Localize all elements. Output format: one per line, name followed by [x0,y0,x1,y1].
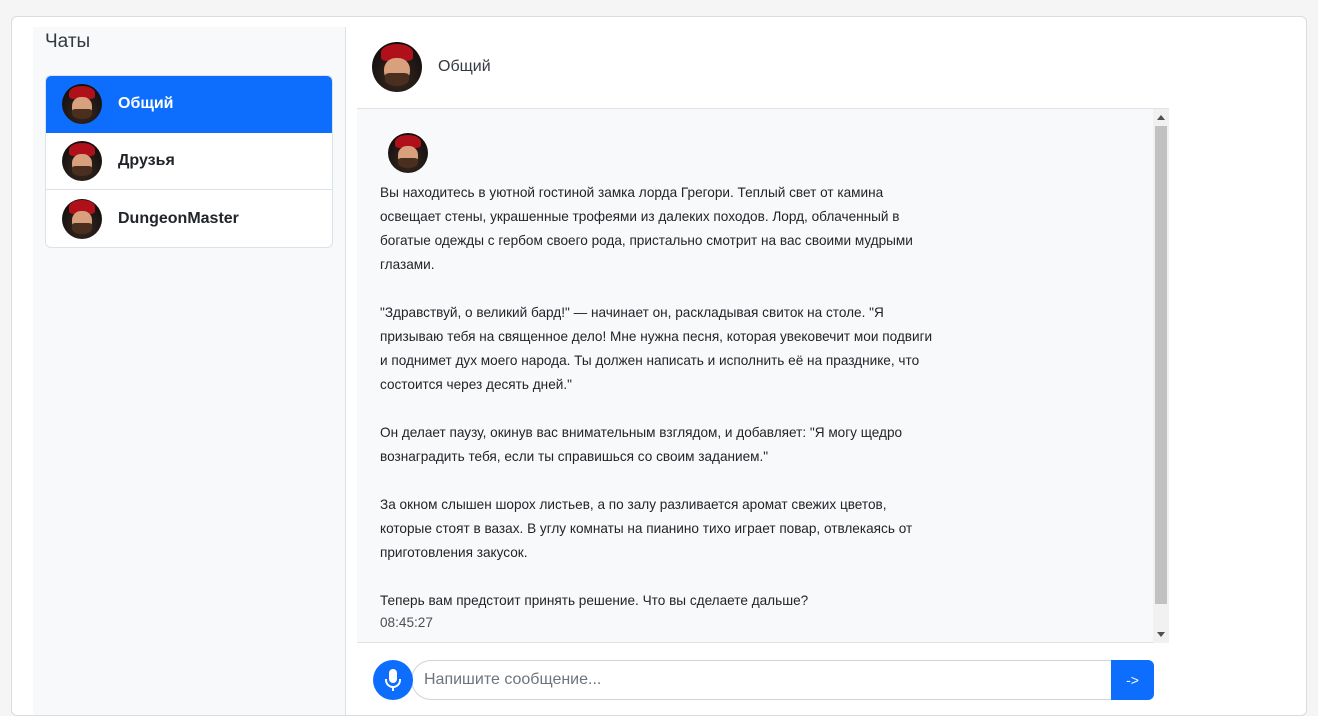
message-timestamp: 08:45:27 [380,615,433,630]
microphone-button[interactable] [373,660,413,700]
chat-item-label: Общий [118,95,174,112]
microphone-icon [385,669,401,691]
messages-scrollbar[interactable] [1153,109,1169,643]
sidebar-title: Чаты [45,31,91,52]
scroll-down-arrow-icon[interactable] [1157,632,1165,637]
chat-header: Общий [357,26,1169,109]
messages-panel[interactable]: Вы находитесь в уютной гостиной замка ло… [357,109,1169,643]
chat-avatar-icon [372,42,422,92]
scrollbar-thumb[interactable] [1155,126,1167,604]
chat-item-general[interactable]: Общий [46,76,332,133]
message: Вы находитесь в уютной гостиной замка ло… [380,133,940,633]
message-text: Вы находитесь в уютной гостиной замка ло… [380,185,933,608]
sidebar: Чаты Общий Друзья DungeonMaster [33,27,346,715]
chat-item-label: Друзья [118,152,175,169]
send-button[interactable]: -> [1111,660,1154,700]
avatar-icon [62,84,102,124]
chat-title: Общий [438,58,491,75]
chat-list: Общий Друзья DungeonMaster [45,75,333,248]
chat-item-friends[interactable]: Друзья [46,133,332,190]
avatar-icon [62,141,102,181]
chat-item-dungeonmaster[interactable]: DungeonMaster [46,190,332,247]
avatar-icon [62,198,102,239]
message-avatar-icon [388,133,428,173]
message-input[interactable] [411,660,1111,700]
composer: -> [373,660,1154,700]
scroll-up-arrow-icon[interactable] [1157,115,1165,120]
chat-item-label: DungeonMaster [118,209,239,227]
